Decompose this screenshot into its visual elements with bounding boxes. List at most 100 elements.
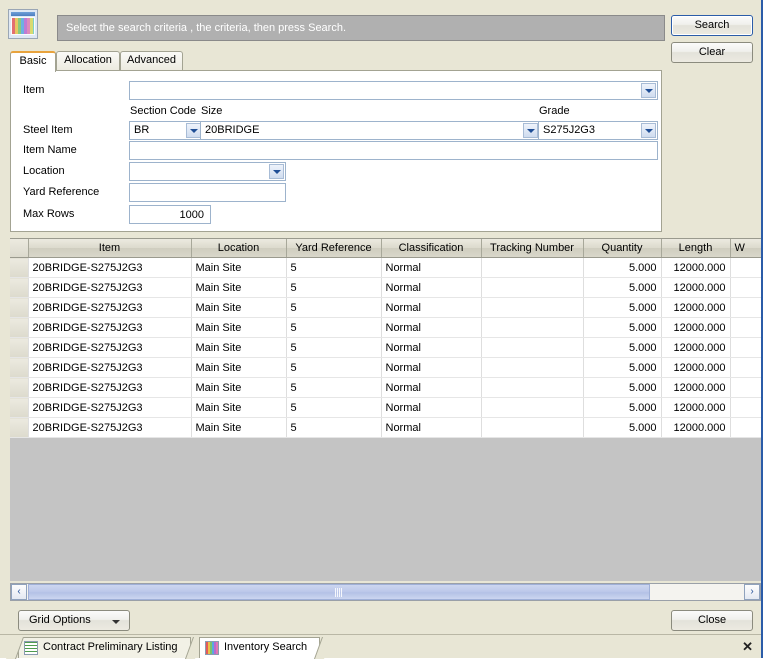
table-cell[interactable]	[730, 317, 761, 338]
chevron-down-icon[interactable]	[523, 123, 538, 138]
table-cell[interactable]: Normal	[381, 317, 482, 338]
col-header-weight[interactable]: W	[730, 239, 761, 258]
table-row[interactable]: 20BRIDGE-S275J2G3 Main Site 5 Normal 5.000 12…	[10, 277, 761, 298]
table-cell[interactable]: Main Site	[191, 297, 287, 318]
table-cell[interactable]: 5.000	[583, 397, 662, 418]
chevron-down-icon[interactable]	[641, 83, 656, 98]
max-rows-input[interactable]	[129, 205, 211, 224]
table-cell[interactable]	[481, 377, 584, 398]
table-row[interactable]: 20BRIDGE-S275J2G3 Main Site 5 Normal 5.000 12…	[10, 357, 761, 378]
table-cell[interactable]: 5	[286, 377, 382, 398]
scroll-right-icon[interactable]: ›	[744, 584, 760, 600]
table-cell[interactable]	[481, 257, 584, 278]
section-code-combo[interactable]: BR	[129, 121, 203, 140]
table-cell[interactable]	[730, 257, 761, 278]
doc-tab-inventory-search[interactable]: Inventory Search	[199, 637, 333, 659]
close-icon[interactable]: ✕	[742, 640, 753, 653]
table-cell[interactable]: 5	[286, 397, 382, 418]
table-cell[interactable]: Normal	[381, 377, 482, 398]
grid-horizontal-scrollbar[interactable]: ‹ ›	[10, 583, 761, 601]
table-cell[interactable]: 20BRIDGE-S275J2G3	[28, 397, 192, 418]
scroll-left-icon[interactable]: ‹	[11, 584, 27, 600]
table-row[interactable]: 20BRIDGE-S275J2G3 Main Site 5 Normal 5.000 12…	[10, 257, 761, 278]
table-cell[interactable]: 5	[286, 257, 382, 278]
table-cell[interactable]: Main Site	[191, 277, 287, 298]
table-cell[interactable]: 5	[286, 337, 382, 358]
table-cell[interactable]: 20BRIDGE-S275J2G3	[28, 297, 192, 318]
table-row[interactable]: 20BRIDGE-S275J2G3 Main Site 5 Normal 5.000 12…	[10, 397, 761, 418]
table-cell[interactable]	[730, 397, 761, 418]
row-selector[interactable]	[10, 357, 29, 378]
table-cell[interactable]: 5.000	[583, 257, 662, 278]
table-cell[interactable]	[481, 317, 584, 338]
tab-basic[interactable]: Basic	[10, 51, 56, 72]
table-cell[interactable]: 12000.000	[661, 377, 731, 398]
row-selector[interactable]	[10, 397, 29, 418]
table-cell[interactable]	[481, 397, 584, 418]
table-cell[interactable]: 12000.000	[661, 337, 731, 358]
table-cell[interactable]: 5.000	[583, 377, 662, 398]
table-cell[interactable]: 5	[286, 277, 382, 298]
table-cell[interactable]: 20BRIDGE-S275J2G3	[28, 257, 192, 278]
table-cell[interactable]	[481, 337, 584, 358]
chevron-down-icon[interactable]	[269, 164, 284, 179]
col-header-location[interactable]: Location	[191, 239, 287, 258]
table-cell[interactable]: Normal	[381, 257, 482, 278]
table-cell[interactable]: 20BRIDGE-S275J2G3	[28, 317, 192, 338]
table-cell[interactable]: 12000.000	[661, 277, 731, 298]
row-selector[interactable]	[10, 277, 29, 298]
close-button[interactable]: Close	[671, 610, 753, 631]
scrollbar-thumb[interactable]	[28, 584, 650, 600]
table-cell[interactable]: 5.000	[583, 417, 662, 438]
table-cell[interactable]	[481, 297, 584, 318]
row-selector[interactable]	[10, 377, 29, 398]
table-cell[interactable]: Normal	[381, 297, 482, 318]
table-cell[interactable]	[730, 377, 761, 398]
table-cell[interactable]	[730, 337, 761, 358]
table-cell[interactable]: 12000.000	[661, 317, 731, 338]
table-cell[interactable]: 20BRIDGE-S275J2G3	[28, 277, 192, 298]
table-cell[interactable]: Main Site	[191, 337, 287, 358]
table-cell[interactable]: 5.000	[583, 337, 662, 358]
table-cell[interactable]: Normal	[381, 417, 482, 438]
table-cell[interactable]: Normal	[381, 277, 482, 298]
table-row[interactable]: 20BRIDGE-S275J2G3 Main Site 5 Normal 5.000 12…	[10, 417, 761, 438]
table-cell[interactable]: Main Site	[191, 377, 287, 398]
table-cell[interactable]: 5.000	[583, 297, 662, 318]
table-cell[interactable]: 5.000	[583, 277, 662, 298]
table-cell[interactable]	[730, 277, 761, 298]
item-combo[interactable]	[129, 81, 658, 100]
table-cell[interactable]: 5	[286, 357, 382, 378]
row-selector[interactable]	[10, 417, 29, 438]
table-cell[interactable]: 20BRIDGE-S275J2G3	[28, 357, 192, 378]
doc-tab-contract-preliminary-listing[interactable]: Contract Preliminary Listing	[5, 637, 203, 659]
table-cell[interactable]: 20BRIDGE-S275J2G3	[28, 417, 192, 438]
chevron-down-icon[interactable]	[641, 123, 656, 138]
table-cell[interactable]: 12000.000	[661, 417, 731, 438]
chevron-down-icon[interactable]	[186, 123, 201, 138]
table-row[interactable]: 20BRIDGE-S275J2G3 Main Site 5 Normal 5.000 12…	[10, 317, 761, 338]
item-name-input[interactable]	[129, 141, 658, 160]
table-cell[interactable]: 12000.000	[661, 257, 731, 278]
table-cell[interactable]	[730, 297, 761, 318]
table-cell[interactable]: Normal	[381, 397, 482, 418]
table-cell[interactable]	[730, 417, 761, 438]
col-header-tracking-number[interactable]: Tracking Number	[481, 239, 584, 258]
table-cell[interactable]: Main Site	[191, 397, 287, 418]
location-combo[interactable]	[129, 162, 286, 181]
row-selector[interactable]	[10, 257, 29, 278]
table-cell[interactable]: 12000.000	[661, 357, 731, 378]
row-selector[interactable]	[10, 297, 29, 318]
col-header-quantity[interactable]: Quantity	[583, 239, 662, 258]
table-cell[interactable]: Main Site	[191, 357, 287, 378]
table-row[interactable]: 20BRIDGE-S275J2G3 Main Site 5 Normal 5.000 12…	[10, 337, 761, 358]
table-cell[interactable]: 5	[286, 317, 382, 338]
search-button[interactable]: Search	[671, 15, 753, 36]
table-cell[interactable]	[481, 417, 584, 438]
table-cell[interactable]: 12000.000	[661, 297, 731, 318]
table-cell[interactable]: Normal	[381, 337, 482, 358]
results-grid[interactable]: Item Location Yard Reference Classificat…	[10, 238, 761, 581]
table-cell[interactable]: 5.000	[583, 317, 662, 338]
table-cell[interactable]: 5.000	[583, 357, 662, 378]
tab-advanced[interactable]: Advanced	[120, 51, 183, 71]
